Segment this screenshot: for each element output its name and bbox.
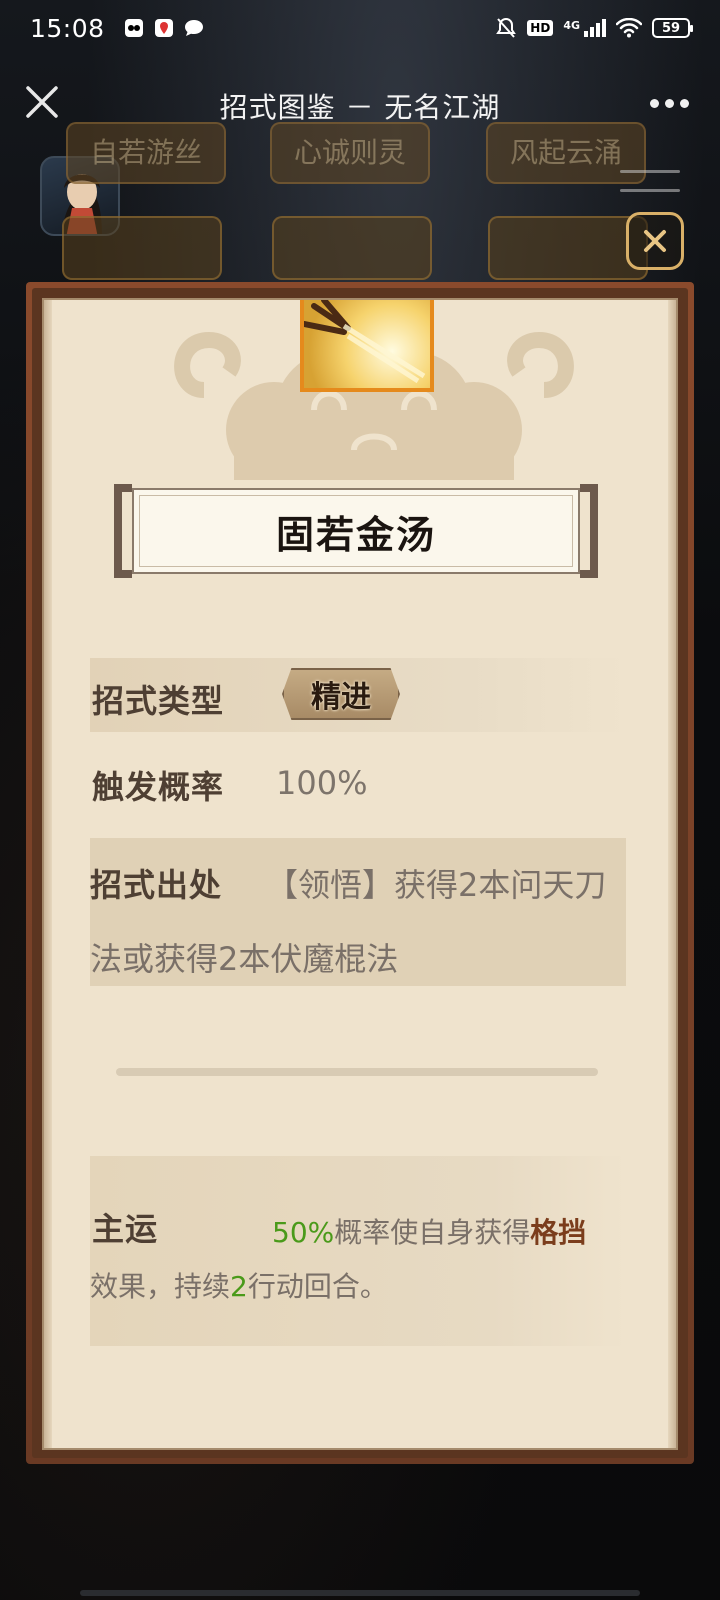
effect-percent: 50% (272, 1216, 335, 1249)
signal-icon: 4G (563, 19, 606, 37)
paper-edge (44, 300, 52, 1448)
background-skill-card: 心诚则灵 (270, 122, 430, 184)
trigger-rate-value: 100% (276, 764, 368, 802)
map-notification-icon (153, 17, 175, 39)
effect-text: 概率使自身获得 (334, 1216, 531, 1249)
dialog-frame: 固若金汤 招式类型 精进 触发概率 100% 招式出处 【领悟】获得2本问天刀法或… (32, 288, 688, 1458)
page-title: 招式图鉴 － 无名江湖 (219, 91, 501, 124)
skill-type-label: 招式类型 (92, 682, 225, 720)
background-skill-card: 自若游丝 (66, 122, 226, 184)
skill-source-label: 招式出处 (90, 866, 223, 904)
effect-description: 50%概率使自身获得格挡效果，持续2行动回合。 (90, 1206, 610, 1314)
background-skill-slot (62, 216, 222, 280)
status-system-icons: HD 4G 59 (495, 17, 693, 39)
battery-indicator: 59 (652, 18, 693, 38)
bracket-left (114, 484, 132, 578)
divider (116, 1068, 598, 1076)
background-skill-slot (488, 216, 648, 280)
skill-effect-box: 主运 50%概率使自身获得格挡 效果，持续2行动回合。 (90, 1156, 626, 1346)
skill-type-badge: 精进 (282, 668, 400, 720)
menu-icon[interactable] (620, 170, 680, 208)
effect-text: 行动回合。 (247, 1270, 388, 1303)
skill-source: 招式出处 【领悟】获得2本问天刀法或获得2本伏魔棍法 (90, 848, 626, 996)
more-icon[interactable] (650, 92, 694, 114)
skill-detail-dialog: 固若金汤 招式类型 精进 触发概率 100% 招式出处 【领悟】获得2本问天刀法或… (26, 282, 694, 1464)
skill-type-row: 招式类型 精进 (90, 658, 626, 732)
trigger-rate-label: 触发概率 (92, 768, 225, 806)
skill-name-box: 固若金汤 (132, 488, 580, 574)
skill-icon (300, 300, 434, 392)
wifi-icon (616, 17, 642, 39)
trigger-rate-row: 触发概率 100% (90, 748, 626, 818)
network-type: 4G (563, 19, 580, 32)
app-notification-icon (123, 17, 145, 39)
bracket-right (580, 484, 598, 578)
dialog-paper: 固若金汤 招式类型 精进 触发概率 100% 招式出处 【领悟】获得2本问天刀法或… (42, 298, 678, 1450)
effect-text: 效果，持续 (90, 1270, 231, 1303)
hd-badge: HD (527, 20, 554, 36)
skill-type-value: 精进 (311, 680, 371, 715)
skill-name: 固若金汤 (275, 512, 436, 557)
paper-edge (668, 300, 676, 1448)
status-bar: 15:08 HD 4G 59 (0, 0, 720, 56)
dialog-close-icon[interactable] (626, 212, 684, 270)
chat-icon (183, 17, 205, 39)
status-notification-icons (123, 17, 205, 39)
background-skill-slot (272, 216, 432, 280)
status-time: 15:08 (30, 13, 105, 43)
skill-source-row: 招式出处 【领悟】获得2本问天刀法或获得2本伏魔棍法 (90, 838, 626, 986)
effect-keyword: 格挡 (530, 1216, 587, 1249)
effect-turns: 2 (230, 1270, 248, 1303)
gesture-bar (80, 1590, 640, 1596)
skill-name-plate: 固若金汤 (114, 484, 598, 578)
mute-bell-icon (495, 17, 517, 39)
dialog-scrollbar[interactable] (676, 460, 678, 1450)
